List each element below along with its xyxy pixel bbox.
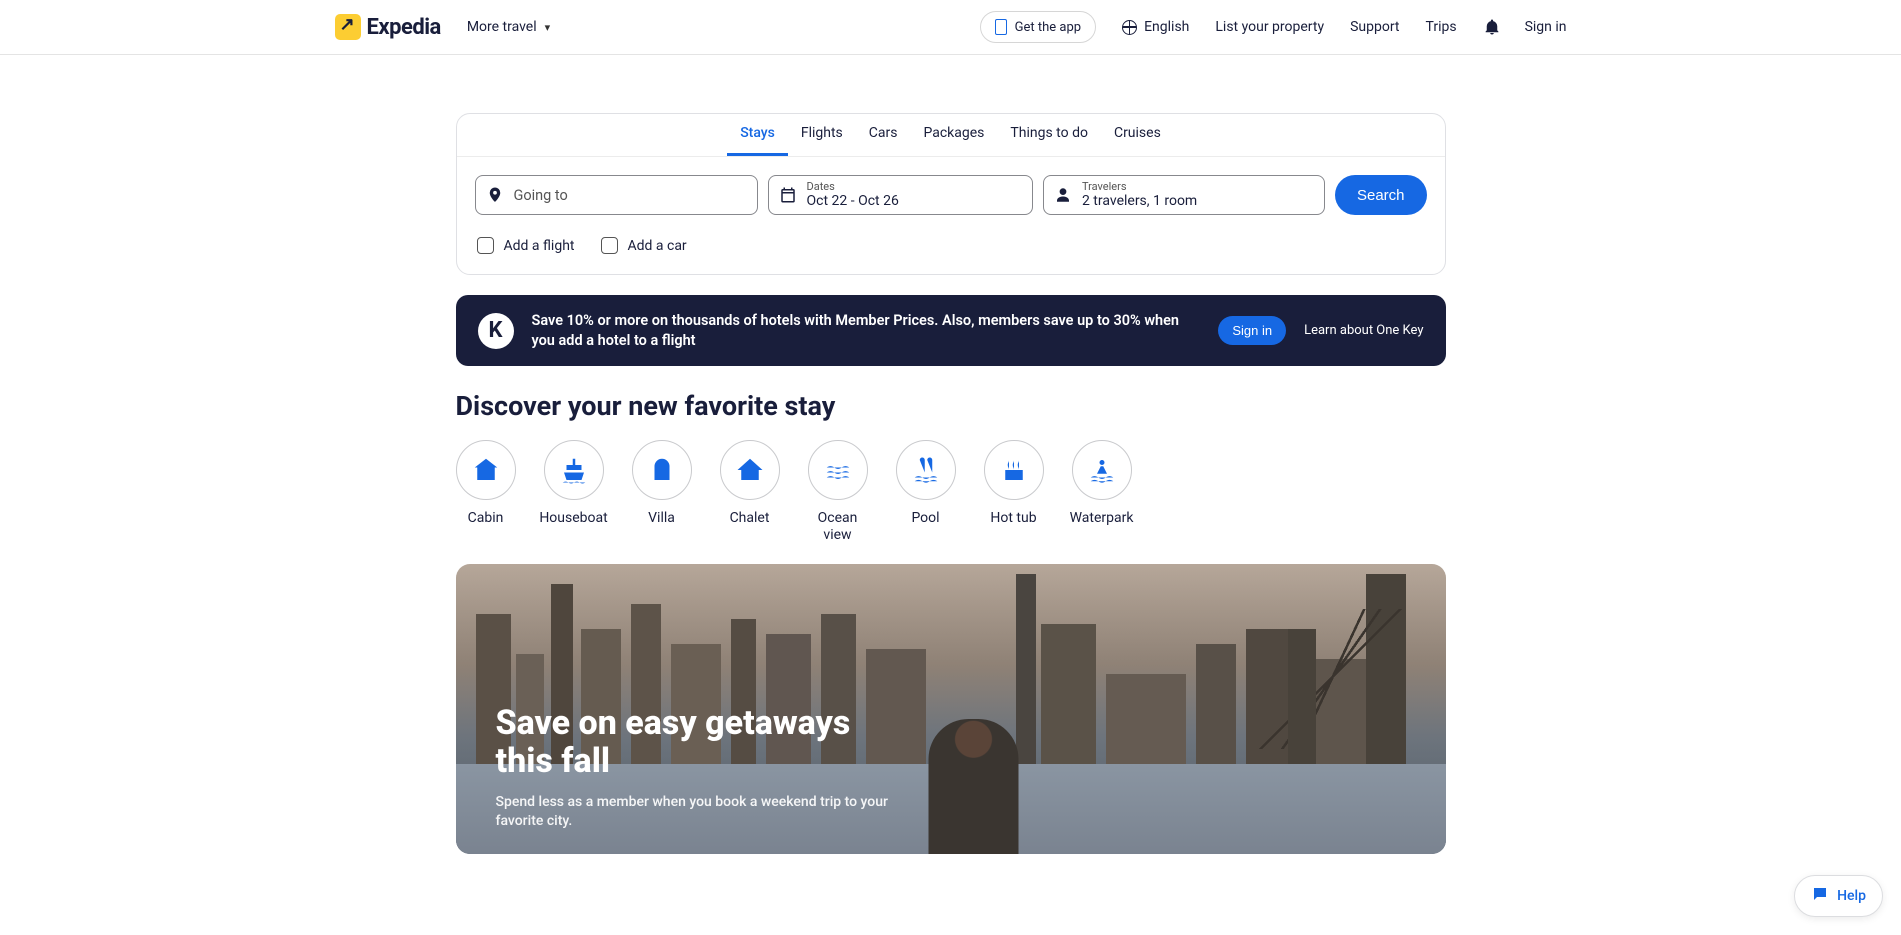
category-label: Cabin bbox=[468, 510, 504, 527]
hot-tub-icon bbox=[999, 455, 1029, 485]
chalet-icon bbox=[735, 455, 765, 485]
one-key-icon: K bbox=[478, 313, 514, 349]
category-label: Ocean view bbox=[808, 510, 868, 544]
checkbox-icon bbox=[477, 237, 494, 254]
more-travel-menu[interactable]: More travel ▾ bbox=[467, 19, 550, 35]
waterpark-icon bbox=[1087, 455, 1117, 485]
travelers-label: Travelers bbox=[1082, 181, 1197, 194]
globe-icon bbox=[1122, 20, 1137, 35]
tab-cars[interactable]: Cars bbox=[856, 114, 911, 156]
category-label: Pool bbox=[911, 510, 939, 527]
brand-name: Expedia bbox=[367, 15, 441, 40]
sign-in-link[interactable]: Sign in bbox=[1525, 19, 1567, 35]
promo-learn-link[interactable]: Learn about One Key bbox=[1304, 323, 1423, 338]
search-card: Stays Flights Cars Packages Things to do… bbox=[456, 113, 1446, 275]
get-app-button[interactable]: Get the app bbox=[980, 11, 1096, 43]
category-waterpark[interactable]: Waterpark bbox=[1072, 440, 1132, 544]
category-label: Hot tub bbox=[990, 510, 1036, 527]
dates-value: Oct 22 - Oct 26 bbox=[807, 193, 899, 209]
category-label: Waterpark bbox=[1070, 510, 1134, 527]
support-link[interactable]: Support bbox=[1350, 19, 1399, 35]
hero-subtitle: Spend less as a member when you book a w… bbox=[496, 793, 916, 832]
category-hot-tub[interactable]: Hot tub bbox=[984, 440, 1044, 544]
brand-logo[interactable]: Expedia bbox=[335, 14, 441, 40]
dates-field[interactable]: Dates Oct 22 - Oct 26 bbox=[768, 175, 1033, 215]
promo-sign-in-button[interactable]: Sign in bbox=[1218, 316, 1286, 345]
houseboat-icon bbox=[559, 455, 589, 485]
villa-icon bbox=[647, 455, 677, 485]
member-prices-banner: K Save 10% or more on thousands of hotel… bbox=[456, 295, 1446, 366]
logo-mark-icon bbox=[335, 14, 361, 40]
help-label: Help bbox=[1837, 888, 1866, 904]
notifications-button[interactable] bbox=[1483, 18, 1499, 36]
tab-cruises[interactable]: Cruises bbox=[1101, 114, 1174, 156]
category-pool[interactable]: Pool bbox=[896, 440, 956, 544]
tab-stays[interactable]: Stays bbox=[727, 114, 788, 156]
category-villa[interactable]: Villa bbox=[632, 440, 692, 544]
travelers-value: 2 travelers, 1 room bbox=[1082, 193, 1197, 209]
language-selector[interactable]: English bbox=[1122, 19, 1189, 35]
product-tabs: Stays Flights Cars Packages Things to do… bbox=[457, 114, 1445, 157]
get-app-label: Get the app bbox=[1015, 20, 1081, 35]
site-header: Expedia More travel ▾ Get the app Englis… bbox=[0, 0, 1901, 55]
travelers-field[interactable]: Travelers 2 travelers, 1 room bbox=[1043, 175, 1325, 215]
location-pin-icon bbox=[486, 186, 504, 204]
list-property-link[interactable]: List your property bbox=[1215, 19, 1324, 35]
pool-icon bbox=[911, 455, 941, 485]
discover-title: Discover your new favorite stay bbox=[456, 390, 1446, 422]
dates-label: Dates bbox=[807, 181, 899, 194]
add-car-checkbox[interactable]: Add a car bbox=[601, 237, 687, 254]
tab-things-to-do[interactable]: Things to do bbox=[997, 114, 1101, 156]
language-label: English bbox=[1144, 19, 1189, 35]
category-label: Villa bbox=[648, 510, 675, 527]
bell-icon bbox=[1483, 18, 1501, 36]
category-ocean-view[interactable]: Ocean view bbox=[808, 440, 868, 544]
chevron-down-icon: ▾ bbox=[545, 21, 551, 34]
stay-categories: Cabin Houseboat Villa Chalet Ocean view … bbox=[456, 440, 1446, 544]
add-flight-label: Add a flight bbox=[504, 238, 575, 254]
hero-banner[interactable]: Save on easy getaways this fall Spend le… bbox=[456, 564, 1446, 854]
add-flight-checkbox[interactable]: Add a flight bbox=[477, 237, 575, 254]
trips-link[interactable]: Trips bbox=[1426, 19, 1457, 35]
category-cabin[interactable]: Cabin bbox=[456, 440, 516, 544]
ocean-view-icon bbox=[823, 455, 853, 485]
category-label: Houseboat bbox=[539, 510, 607, 527]
category-houseboat[interactable]: Houseboat bbox=[544, 440, 604, 544]
destination-placeholder: Going to bbox=[514, 187, 568, 204]
checkbox-icon bbox=[601, 237, 618, 254]
category-label: Chalet bbox=[730, 510, 770, 527]
tab-packages[interactable]: Packages bbox=[910, 114, 997, 156]
cabin-icon bbox=[471, 455, 501, 485]
person-icon bbox=[1054, 186, 1072, 204]
more-travel-label: More travel bbox=[467, 19, 537, 35]
category-chalet[interactable]: Chalet bbox=[720, 440, 780, 544]
phone-icon bbox=[995, 19, 1007, 35]
hero-title: Save on easy getaways this fall bbox=[496, 704, 916, 780]
help-widget[interactable]: Help bbox=[1794, 875, 1883, 917]
tab-flights[interactable]: Flights bbox=[788, 114, 856, 156]
add-car-label: Add a car bbox=[628, 238, 687, 254]
destination-field[interactable]: Going to bbox=[475, 175, 758, 215]
hero-person-decor bbox=[928, 719, 1018, 854]
chat-icon bbox=[1811, 885, 1829, 907]
promo-text: Save 10% or more on thousands of hotels … bbox=[532, 311, 1201, 350]
calendar-icon bbox=[779, 186, 797, 204]
search-button[interactable]: Search bbox=[1335, 175, 1427, 215]
